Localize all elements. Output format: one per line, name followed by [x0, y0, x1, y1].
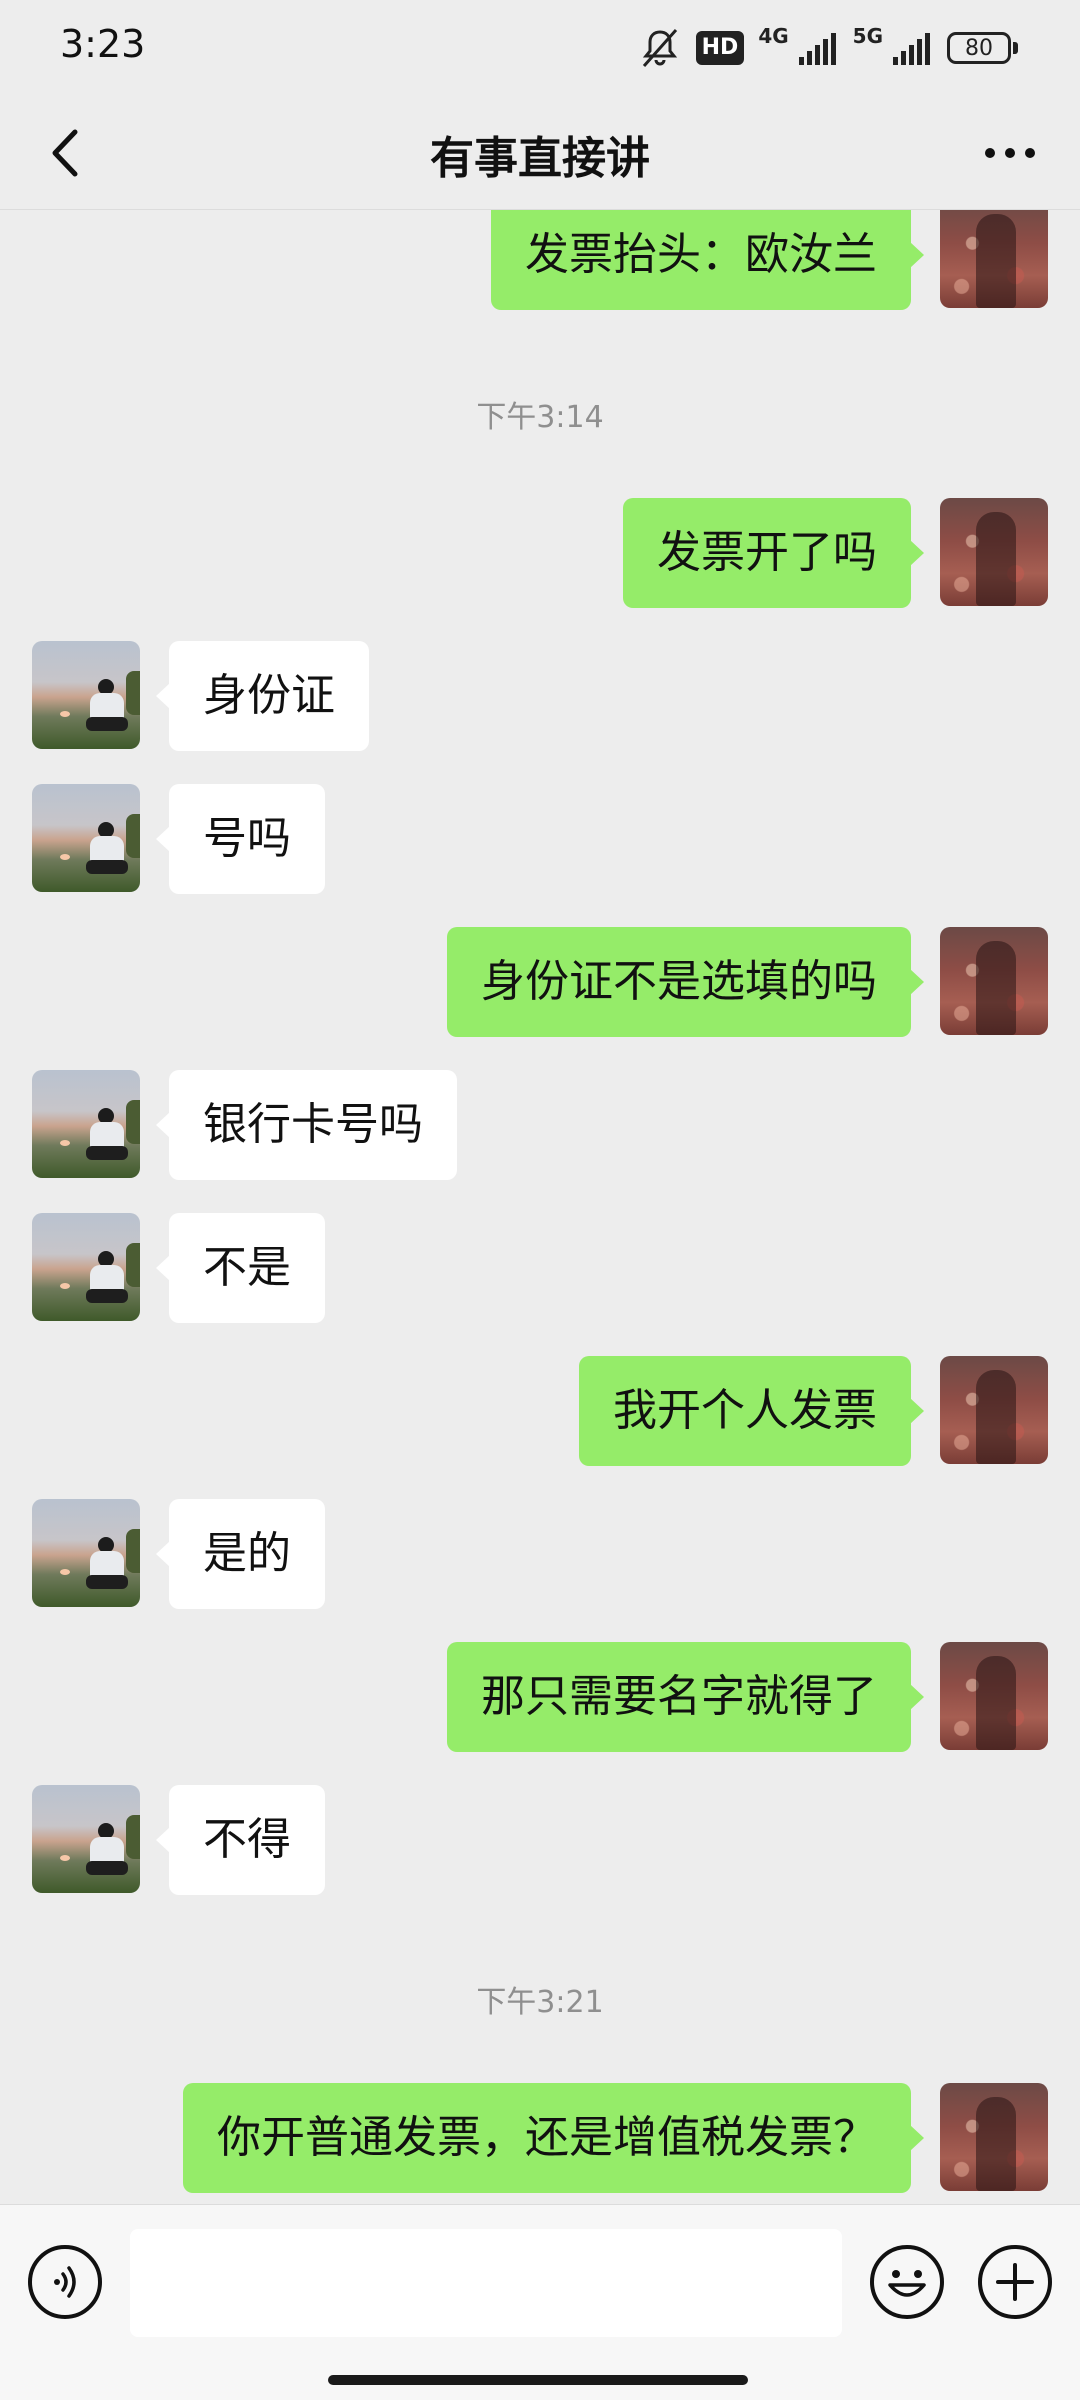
chat-header: 有事直接讲	[0, 96, 1080, 210]
message-row: 是的	[0, 1499, 1080, 1609]
mute-bell-icon	[638, 26, 682, 70]
message-row: 银行卡号吗	[0, 1070, 1080, 1180]
message-bubble-incoming[interactable]: 银行卡号吗	[156, 1070, 457, 1180]
chat-screen: 3:23 HD 4G 5G 80 有事直接讲 发票抬头：欧汝兰 下午3:14 发…	[0, 0, 1080, 2400]
network-5g-label: 5G	[852, 24, 883, 48]
message-bubble-outgoing[interactable]: 那只需要名字就得了	[447, 1642, 924, 1752]
my-avatar[interactable]	[940, 927, 1048, 1035]
message-row: 身份证不是选填的吗	[0, 927, 1080, 1037]
contact-avatar[interactable]	[32, 1070, 140, 1178]
my-avatar[interactable]	[940, 1356, 1048, 1464]
emoji-button[interactable]	[870, 2245, 944, 2319]
contact-avatar[interactable]	[32, 1499, 140, 1607]
message-row: 不得	[0, 1785, 1080, 1895]
emoji-icon	[888, 2270, 926, 2297]
more-button[interactable]	[970, 118, 1050, 188]
message-input[interactable]	[130, 2229, 842, 2337]
message-bubble-incoming[interactable]: 身份证	[156, 641, 369, 751]
message-row: 那只需要名字就得了	[0, 1642, 1080, 1752]
message-row: 我开个人发票	[0, 1356, 1080, 1466]
network-4g-label: 4G	[758, 24, 789, 48]
message-row: 不是	[0, 1213, 1080, 1323]
contact-avatar[interactable]	[32, 784, 140, 892]
contact-avatar[interactable]	[32, 1785, 140, 1893]
plus-button[interactable]	[978, 2245, 1052, 2319]
voice-icon	[54, 2266, 76, 2298]
message-row: 发票开了吗	[0, 498, 1080, 608]
plus-icon	[996, 2263, 1034, 2301]
hd-voice-icon: HD	[695, 31, 745, 65]
my-avatar[interactable]	[940, 1642, 1048, 1750]
input-bar	[0, 2204, 1080, 2400]
message-bubble-incoming[interactable]: 号吗	[156, 784, 325, 894]
message-row: 身份证	[0, 641, 1080, 751]
battery-level: 80	[947, 32, 1011, 64]
contact-avatar[interactable]	[32, 641, 140, 749]
timestamp: 下午3:14	[476, 400, 604, 435]
message-bubble-outgoing[interactable]: 发票抬头：欧汝兰	[491, 210, 924, 310]
message-bubble-incoming[interactable]: 是的	[156, 1499, 325, 1609]
status-time: 3:23	[60, 22, 146, 66]
message-row: 号吗	[0, 784, 1080, 894]
message-bubble-incoming[interactable]: 不得	[156, 1785, 325, 1895]
message-bubble-outgoing[interactable]: 你开普通发票，还是增值税发票？	[183, 2083, 924, 2193]
chat-title: 有事直接讲	[430, 133, 650, 184]
battery-icon: 80	[947, 32, 1018, 64]
signal-icon-1	[798, 31, 839, 65]
signal-icon-2	[893, 31, 933, 65]
contact-avatar[interactable]	[32, 1213, 140, 1321]
message-row: 你开普通发票，还是增值税发票？	[0, 2083, 1080, 2193]
more-dots-icon	[985, 148, 1035, 158]
my-avatar[interactable]	[940, 2083, 1048, 2191]
message-bubble-outgoing[interactable]: 身份证不是选填的吗	[447, 927, 924, 1037]
message-bubble-incoming[interactable]: 不是	[156, 1213, 325, 1323]
message-list[interactable]: 发票抬头：欧汝兰 下午3:14 发票开了吗 身份证 号吗 身份证不是选填的吗 银…	[0, 210, 1080, 2204]
status-bar: 3:23 HD 4G 5G 80	[0, 0, 1080, 96]
message-row: 发票抬头：欧汝兰	[0, 210, 1080, 310]
my-avatar[interactable]	[940, 210, 1048, 308]
home-indicator[interactable]	[328, 2375, 748, 2385]
status-icons: HD 4G 5G 80	[638, 24, 1018, 70]
voice-button[interactable]	[28, 2245, 102, 2319]
timestamp: 下午3:21	[476, 1985, 604, 2020]
my-avatar[interactable]	[940, 498, 1048, 606]
message-bubble-outgoing[interactable]: 我开个人发票	[579, 1356, 924, 1466]
message-bubble-outgoing[interactable]: 发票开了吗	[623, 498, 924, 608]
